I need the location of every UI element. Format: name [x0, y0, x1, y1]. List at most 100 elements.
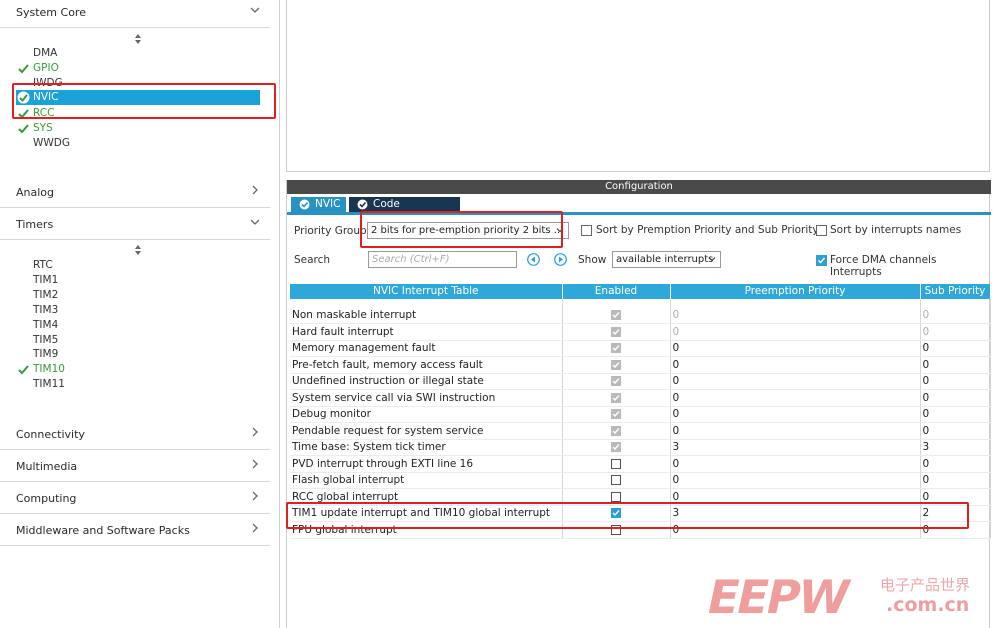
chevron-down-icon: [248, 215, 262, 229]
force-dma-checkbox[interactable]: [816, 255, 827, 266]
peripheral-nvic[interactable]: NVIC: [16, 90, 260, 105]
configuration-panel: Configuration NVIC Code generation Prior…: [286, 180, 991, 628]
enabled-cell: [562, 356, 671, 374]
preemption-priority-cell[interactable]: 0: [670, 488, 921, 506]
table-row[interactable]: Flash global interrupt 0 0: [290, 472, 991, 489]
column-header-preemption[interactable]: Preemption Priority: [670, 284, 921, 299]
enabled-checkbox[interactable]: [611, 491, 621, 502]
enabled-cell: [562, 307, 671, 324]
category-middleware[interactable]: Middleware and Software Packs: [0, 518, 270, 546]
preemption-priority-cell[interactable]: 0: [670, 373, 921, 390]
sub-priority-cell[interactable]: 0: [920, 406, 991, 423]
tab-nvic[interactable]: NVIC: [291, 197, 346, 212]
table-row[interactable]: FPU global interrupt 0 0: [290, 521, 991, 539]
show-select[interactable]: available interrupts: [612, 251, 721, 268]
sub-priority-cell[interactable]: 0: [920, 373, 991, 390]
table-row[interactable]: Pendable request for system service 0 0: [290, 422, 991, 440]
sub-priority-cell[interactable]: 0: [920, 422, 991, 440]
preemption-priority-cell[interactable]: 0: [670, 422, 921, 440]
preemption-priority-cell[interactable]: 3: [670, 505, 921, 522]
table-row[interactable]: Non maskable interrupt 0 0: [290, 307, 991, 324]
category-computing[interactable]: Computing: [0, 486, 270, 514]
peripheral-rcc[interactable]: RCC: [18, 106, 54, 121]
chevron-down-icon: [555, 225, 565, 235]
check-icon: [17, 62, 30, 75]
search-next-icon[interactable]: [554, 253, 567, 266]
chevron-right-icon: [248, 489, 262, 503]
preemption-priority-cell[interactable]: 0: [670, 455, 921, 473]
peripheral-dma[interactable]: DMA: [33, 46, 57, 61]
peripheral-tim3[interactable]: TIM3: [33, 303, 58, 318]
nvic-interrupt-table: NVIC Interrupt Table Enabled Preemption …: [290, 284, 991, 539]
enabled-checkbox[interactable]: [611, 508, 621, 519]
table-row[interactable]: Hard fault interrupt 0 0: [290, 323, 991, 341]
sub-priority-cell[interactable]: 0: [920, 455, 991, 473]
table-row[interactable]: Undefined instruction or illegal state 0 0: [290, 373, 991, 390]
interrupt-name-cell: System service call via SWI instruction: [290, 389, 563, 407]
table-row[interactable]: TIM1 update interrupt and TIM10 global i…: [290, 505, 991, 522]
enabled-checkbox: [611, 425, 621, 436]
sub-priority-cell[interactable]: 2: [920, 505, 991, 522]
sort-by-names-checkbox[interactable]: [816, 225, 827, 236]
preemption-priority-cell[interactable]: 3: [670, 439, 921, 456]
sub-priority-cell[interactable]: 0: [920, 340, 991, 357]
sub-priority-cell[interactable]: 0: [920, 472, 991, 489]
preemption-priority-cell[interactable]: 0: [670, 356, 921, 374]
peripheral-rtc[interactable]: RTC: [33, 258, 53, 273]
peripheral-tim2[interactable]: TIM2: [33, 288, 58, 303]
preemption-priority-cell[interactable]: 0: [670, 521, 921, 539]
interrupt-name-cell: Flash global interrupt: [290, 472, 563, 489]
column-header-interrupt[interactable]: NVIC Interrupt Table: [290, 284, 563, 299]
category-analog[interactable]: Analog: [0, 180, 270, 208]
peripheral-tim1[interactable]: TIM1: [33, 273, 58, 288]
sub-priority-cell[interactable]: 0: [920, 521, 991, 539]
peripheral-tim4[interactable]: TIM4: [33, 318, 58, 333]
enabled-checkbox[interactable]: [611, 458, 621, 469]
table-row[interactable]: Memory management fault 0 0: [290, 340, 991, 357]
table-row[interactable]: Time base: System tick timer 3 3: [290, 439, 991, 456]
peripheral-sys[interactable]: SYS: [18, 121, 53, 136]
enabled-checkbox: [611, 392, 621, 403]
interrupt-name-cell: Debug monitor: [290, 406, 563, 423]
preemption-priority-cell[interactable]: 0: [670, 389, 921, 407]
sort-arrows-icon[interactable]: [133, 244, 143, 256]
category-label: Multimedia: [16, 460, 78, 473]
enabled-cell: [562, 340, 671, 357]
preemption-priority-cell[interactable]: 0: [670, 472, 921, 489]
peripheral-gpio[interactable]: GPIO: [18, 61, 59, 76]
category-system-core[interactable]: System Core: [0, 0, 270, 28]
preemption-priority-cell[interactable]: 0: [670, 340, 921, 357]
search-previous-icon[interactable]: [527, 253, 540, 266]
table-row[interactable]: PVD interrupt through EXTI line 16 0 0: [290, 455, 991, 473]
peripheral-iwdg[interactable]: IWDG: [33, 76, 63, 91]
peripheral-tim5[interactable]: TIM5: [33, 333, 58, 348]
enabled-checkbox[interactable]: [611, 524, 621, 535]
pinout-view-area: [286, 0, 990, 172]
search-input[interactable]: [368, 251, 517, 268]
sub-priority-cell[interactable]: 0: [920, 356, 991, 374]
sub-priority-cell[interactable]: 3: [920, 439, 991, 456]
table-row[interactable]: Debug monitor 0 0: [290, 406, 991, 423]
table-row[interactable]: RCC global interrupt 0 0: [290, 488, 991, 506]
category-multimedia[interactable]: Multimedia: [0, 454, 270, 482]
preemption-priority-cell[interactable]: 0: [670, 406, 921, 423]
peripheral-wwdg[interactable]: WWDG: [33, 136, 70, 151]
peripheral-tim11[interactable]: TIM11: [33, 377, 65, 392]
peripheral-tim9[interactable]: TIM9: [33, 347, 58, 362]
sort-by-preemption-checkbox[interactable]: [581, 225, 592, 236]
column-header-sub-priority[interactable]: Sub Priority: [920, 284, 991, 299]
category-timers[interactable]: Timers: [0, 212, 270, 240]
enabled-checkbox: [611, 359, 621, 370]
column-header-enabled[interactable]: Enabled: [562, 284, 671, 299]
tab-code-generation[interactable]: Code generation: [349, 197, 460, 225]
table-row[interactable]: Pre-fetch fault, memory access fault 0 0: [290, 356, 991, 374]
category-connectivity[interactable]: Connectivity: [0, 422, 270, 450]
table-body: Non maskable interrupt 0 0 Hard fault inter…: [290, 299, 991, 539]
enabled-checkbox[interactable]: [611, 475, 621, 486]
sub-priority-cell[interactable]: 0: [920, 488, 991, 506]
table-row[interactable]: System service call via SWI instruction 0…: [290, 389, 991, 407]
sub-priority-cell[interactable]: 0: [920, 389, 991, 407]
priority-group-select[interactable]: 2 bits for pre-emption priority 2 bits .…: [367, 222, 569, 239]
peripheral-tim10[interactable]: TIM10: [18, 362, 65, 377]
sort-arrows-icon[interactable]: [133, 33, 143, 45]
